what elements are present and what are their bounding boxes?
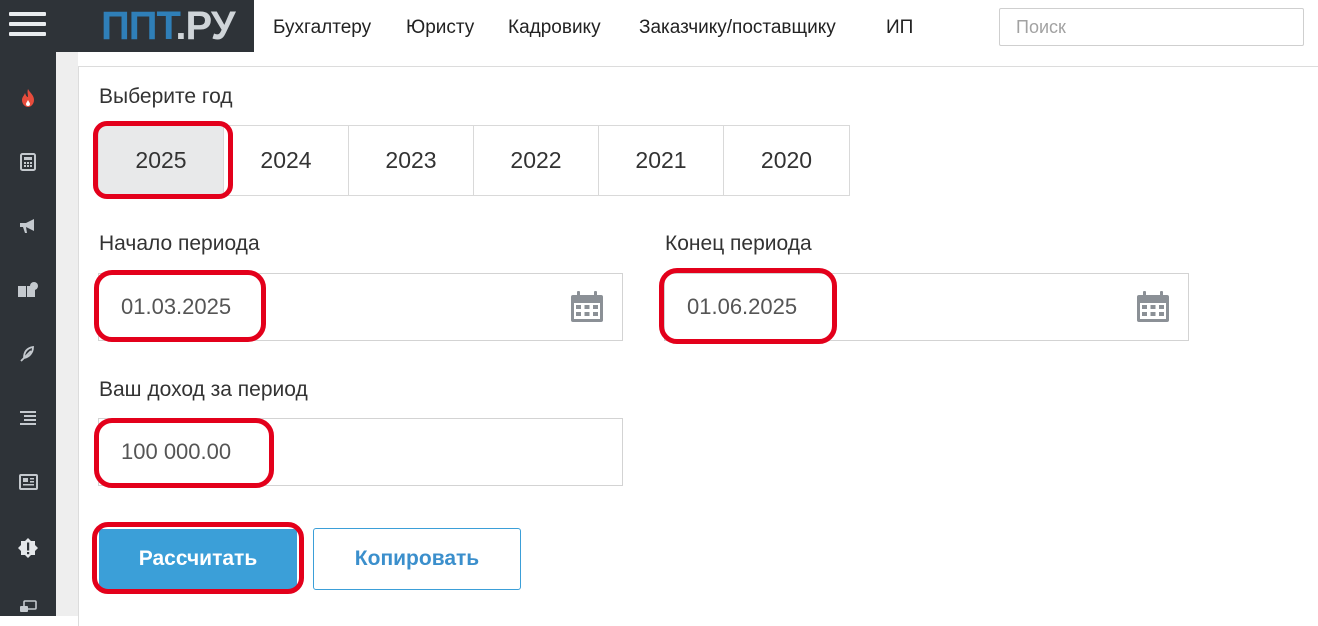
site-logo[interactable]: ППТ.РУ <box>101 4 236 48</box>
year-option-2023[interactable]: 2023 <box>349 126 474 195</box>
copy-button[interactable]: Копировать <box>313 528 521 590</box>
fire-icon[interactable] <box>14 84 42 112</box>
nav-item-lawyer[interactable]: Юристу <box>406 17 474 39</box>
chat-icon[interactable] <box>14 594 42 622</box>
books-icon[interactable] <box>14 276 42 304</box>
calculator-icon[interactable] <box>14 148 42 176</box>
end-period-label: Конец периода <box>665 232 812 255</box>
end-date-field[interactable]: 01.06.2025 <box>664 273 1189 341</box>
year-label: Выберите год <box>99 85 233 108</box>
calendar-icon[interactable] <box>1136 291 1170 323</box>
start-date-field[interactable]: 01.03.2025 <box>98 273 623 341</box>
search-input[interactable] <box>999 8 1304 46</box>
year-option-2024[interactable]: 2024 <box>224 126 349 195</box>
income-label: Ваш доход за период <box>99 378 308 401</box>
nav-item-hr[interactable]: Кадровику <box>508 17 601 39</box>
content-gutter <box>56 52 78 616</box>
alert-badge-icon[interactable] <box>14 534 42 562</box>
top-navigation: Бухгалтеру Юристу Кадровику Заказчику/по… <box>254 0 1318 56</box>
year-option-2022[interactable]: 2022 <box>474 126 599 195</box>
year-selector: 2025 2024 2023 2022 2021 2020 <box>98 125 850 196</box>
calculate-button[interactable]: Рассчитать <box>99 529 297 589</box>
newspaper-icon[interactable] <box>14 468 42 496</box>
year-option-2020[interactable]: 2020 <box>724 126 849 195</box>
calendar-icon[interactable] <box>570 291 604 323</box>
nav-item-accountant[interactable]: Бухгалтеру <box>273 17 371 39</box>
start-date-value: 01.03.2025 <box>121 294 232 319</box>
end-date-value: 01.06.2025 <box>687 294 798 319</box>
logo-part-1: ППТ <box>101 4 176 48</box>
year-option-2025[interactable]: 2025 <box>99 126 224 195</box>
year-option-2021[interactable]: 2021 <box>599 126 724 195</box>
income-field[interactable]: 100 000.00 <box>98 418 623 486</box>
nav-item-customer-supplier[interactable]: Заказчику/поставщику <box>639 17 836 39</box>
hamburger-menu-icon[interactable] <box>9 12 46 40</box>
app-header-brand: ППТ.РУ <box>0 0 254 52</box>
list-icon[interactable] <box>14 404 42 432</box>
sidebar <box>0 52 56 616</box>
megaphone-icon[interactable] <box>14 212 42 240</box>
start-period-label: Начало периода <box>99 232 260 255</box>
logo-part-2: .РУ <box>175 4 235 48</box>
nav-item-entrepreneur[interactable]: ИП <box>886 17 913 39</box>
feather-icon[interactable] <box>14 340 42 368</box>
income-value: 100 000.00 <box>121 439 232 464</box>
